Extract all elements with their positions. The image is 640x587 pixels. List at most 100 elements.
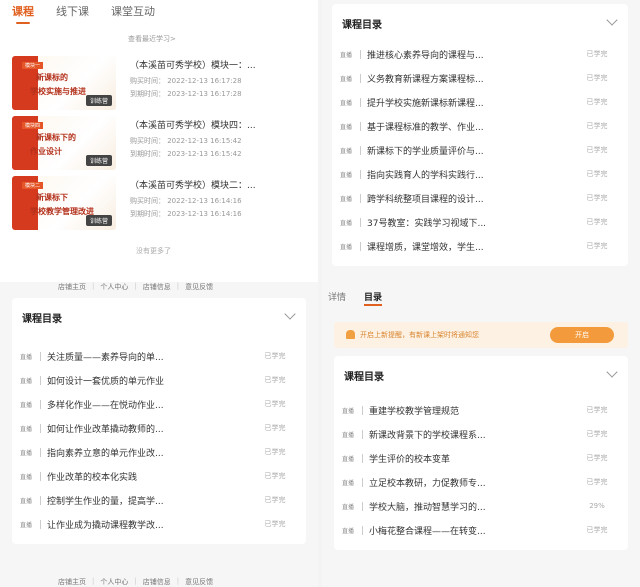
chevron-down-icon[interactable] [606, 14, 618, 26]
catalog-row[interactable]: 直播 学生评价的校本变革 已学完 [342, 446, 620, 470]
purchase-time: 购买时间： 2022-12-13 16:14:16 [130, 197, 242, 205]
lesson-name: 学生评价的校本变革 [369, 454, 451, 465]
lesson-name: 重建学校教学管理规范 [369, 406, 460, 417]
divider [360, 49, 361, 59]
catalog-row[interactable]: 直播 课程增质，课堂增效，学生... 已学完 [340, 234, 620, 258]
course-item[interactable]: 模块二 新课标下 学校教学管理改进 训练营 （本溪苗可秀学校）模块二：... 购… [12, 176, 312, 230]
lesson-type: 直播 [342, 527, 355, 535]
catalog-row[interactable]: 直播 如何设计一套优质的单元作业 已学完 [20, 368, 298, 392]
catalog-row[interactable]: 直播 提升学校实施新课标新课程... 已学完 [340, 90, 620, 114]
lesson-name: 课程增质，课堂增效，学生... [367, 242, 484, 253]
footer-link-home[interactable]: 店铺主页 [58, 577, 86, 587]
lesson-status: 已学完 [264, 448, 286, 456]
chevron-down-icon[interactable] [284, 308, 296, 320]
catalog-row[interactable]: 直播 让作业成为撬动课程教学改... 已学完 [20, 512, 298, 536]
lesson-type: 直播 [340, 147, 353, 155]
catalog-row[interactable]: 直播 指向实践育人的学科实践行... 已学完 [340, 162, 620, 186]
divider [362, 405, 363, 415]
tab-courses[interactable]: 课程 [0, 0, 44, 26]
left-panel: 课程 线下课 课堂互动 查看最近学习> 模块一 新课标的 学校实施与推进 训练营… [0, 0, 318, 587]
catalog-row[interactable]: 直播 推进核心素养导向的课程与... 已学完 [340, 42, 620, 66]
divider [360, 217, 361, 227]
lesson-type: 直播 [340, 51, 353, 59]
see-recent-link[interactable]: 查看最近学习> [128, 34, 176, 44]
footer-link-profile[interactable]: 个人中心 [100, 577, 128, 587]
tab-classroom[interactable]: 课堂互动 [99, 0, 165, 26]
lesson-type: 直播 [340, 99, 353, 107]
thumb-line2: 学校教学管理改进 [30, 207, 94, 216]
thumb-line1: 新课标下 [36, 193, 68, 202]
footer-link-info[interactable]: 店铺信息 [143, 577, 171, 587]
lesson-name: 基于课程标准的教学、作业... [367, 122, 484, 133]
lesson-status: 已学完 [586, 146, 608, 154]
divider [360, 169, 361, 179]
catalog-row[interactable]: 直播 控制学生作业的量，提高学... 已学完 [20, 488, 298, 512]
footer-link-profile[interactable]: 个人中心 [100, 282, 128, 292]
divider [360, 241, 361, 251]
course-thumbnail: 模块一 新课标的 学校实施与推进 训练营 [12, 56, 116, 110]
catalog-row[interactable]: 直播 基于课程标准的教学、作业... 已学完 [340, 114, 620, 138]
chevron-down-icon[interactable] [606, 366, 618, 378]
catalog-row[interactable]: 直播 指向素养立意的单元作业改... 已学完 [20, 440, 298, 464]
lesson-type: 直播 [20, 377, 33, 385]
lesson-name: 指向实践育人的学科实践行... [367, 170, 484, 181]
right-panel: 课程目录 直播 推进核心素养导向的课程与... 已学完 直播 义务教育新课程方案… [322, 0, 640, 587]
lesson-type: 直播 [342, 455, 355, 463]
lesson-status: 已学完 [586, 50, 608, 58]
thumb-tag: 模块二 [22, 182, 44, 189]
lesson-status: 已学完 [586, 478, 608, 486]
lesson-type: 直播 [20, 521, 33, 529]
divider [362, 429, 363, 439]
catalog-row[interactable]: 直播 跨学科统整项目课程的设计... 已学完 [340, 186, 620, 210]
catalog-row[interactable]: 直播 新课标下的学业质量评价与... 已学完 [340, 138, 620, 162]
lesson-name: 如何让作业改革撬动教师的... [47, 424, 164, 435]
catalog-row[interactable]: 直播 学校大脑，推动智慧学习的... 29% [342, 494, 620, 518]
catalog-row[interactable]: 直播 多样化作业——在悦动作业... 已学完 [20, 392, 298, 416]
catalog-row[interactable]: 直播 新课改背景下的学校课程系... 已学完 [342, 422, 620, 446]
lesson-type: 直播 [20, 425, 33, 433]
lesson-type: 直播 [342, 431, 355, 439]
divider [40, 399, 41, 409]
lesson-name: 新课改背景下的学校课程系... [369, 430, 486, 441]
thumb-badge: 训练营 [85, 95, 112, 106]
catalog-row[interactable]: 直播 立足校本教研，力促教师专... 已学完 [342, 470, 620, 494]
tab-details[interactable]: 详情 [328, 290, 346, 303]
lesson-name: 如何设计一套优质的单元作业 [47, 376, 165, 387]
footer-separator: | [176, 282, 180, 290]
thumb-line2: 作业设计 [30, 147, 62, 156]
lesson-name: 立足校本教研，力促教师专... [369, 478, 486, 489]
course-item[interactable]: 模块一 新课标的 学校实施与推进 训练营 （本溪苗可秀学校）模块一：... 购买… [12, 56, 312, 110]
lesson-status: 已学完 [586, 454, 608, 462]
divider [40, 519, 41, 529]
lesson-status: 已学完 [586, 430, 608, 438]
footer-link-feedback[interactable]: 意见反馈 [185, 282, 213, 292]
course-item[interactable]: 模块四 新课标下的 作业设计 训练营 （本溪苗可秀学校）模块四：... 购买时间… [12, 116, 312, 170]
course-title: （本溪苗可秀学校）模块四：... [130, 121, 256, 131]
thumb-badge: 训练营 [85, 155, 112, 166]
lesson-status: 已学完 [586, 526, 608, 534]
catalog-row[interactable]: 直播 义务教育新课程方案课程标... 已学完 [340, 66, 620, 90]
lesson-name: 指向素养立意的单元作业改... [47, 448, 164, 459]
footer-link-info[interactable]: 店铺信息 [143, 282, 171, 292]
catalog-row[interactable]: 直播 如何让作业改革撬动教师的... 已学完 [20, 416, 298, 440]
catalog-row[interactable]: 直播 作业改革的校本化实践 已学完 [20, 464, 298, 488]
tab-catalog[interactable]: 目录 [364, 290, 383, 306]
lesson-name: 跨学科统整项目课程的设计... [367, 194, 484, 205]
lesson-status: 已学完 [586, 406, 608, 414]
lesson-name: 小梅花整合课程——在转变... [369, 526, 486, 537]
catalog-row[interactable]: 直播 重建学校教学管理规范 已学完 [342, 398, 620, 422]
footer-link-home[interactable]: 店铺主页 [58, 282, 86, 292]
lesson-type: 直播 [20, 497, 33, 505]
lesson-status: 已学完 [264, 352, 286, 360]
expire-time: 到期时间： 2023-12-13 16:17:28 [130, 90, 242, 98]
tab-offline[interactable]: 线下课 [44, 0, 99, 26]
enable-reminder-button[interactable]: 开启 [550, 327, 614, 343]
course-thumbnail: 模块四 新课标下的 作业设计 训练营 [12, 116, 116, 170]
catalog-row[interactable]: 直播 37号教室：实践学习视域下... 已学完 [340, 210, 620, 234]
catalog-row[interactable]: 直播 小梅花整合课程——在转变... 已学完 [342, 518, 620, 542]
catalog-row[interactable]: 直播 关注质量——素养导向的单... 已学完 [20, 344, 298, 368]
footer-link-feedback[interactable]: 意见反馈 [185, 577, 213, 587]
lesson-status: 已学完 [264, 520, 286, 528]
top-tabs: 课程 线下课 课堂互动 [0, 0, 165, 26]
course-title: （本溪苗可秀学校）模块二：... [130, 181, 256, 191]
